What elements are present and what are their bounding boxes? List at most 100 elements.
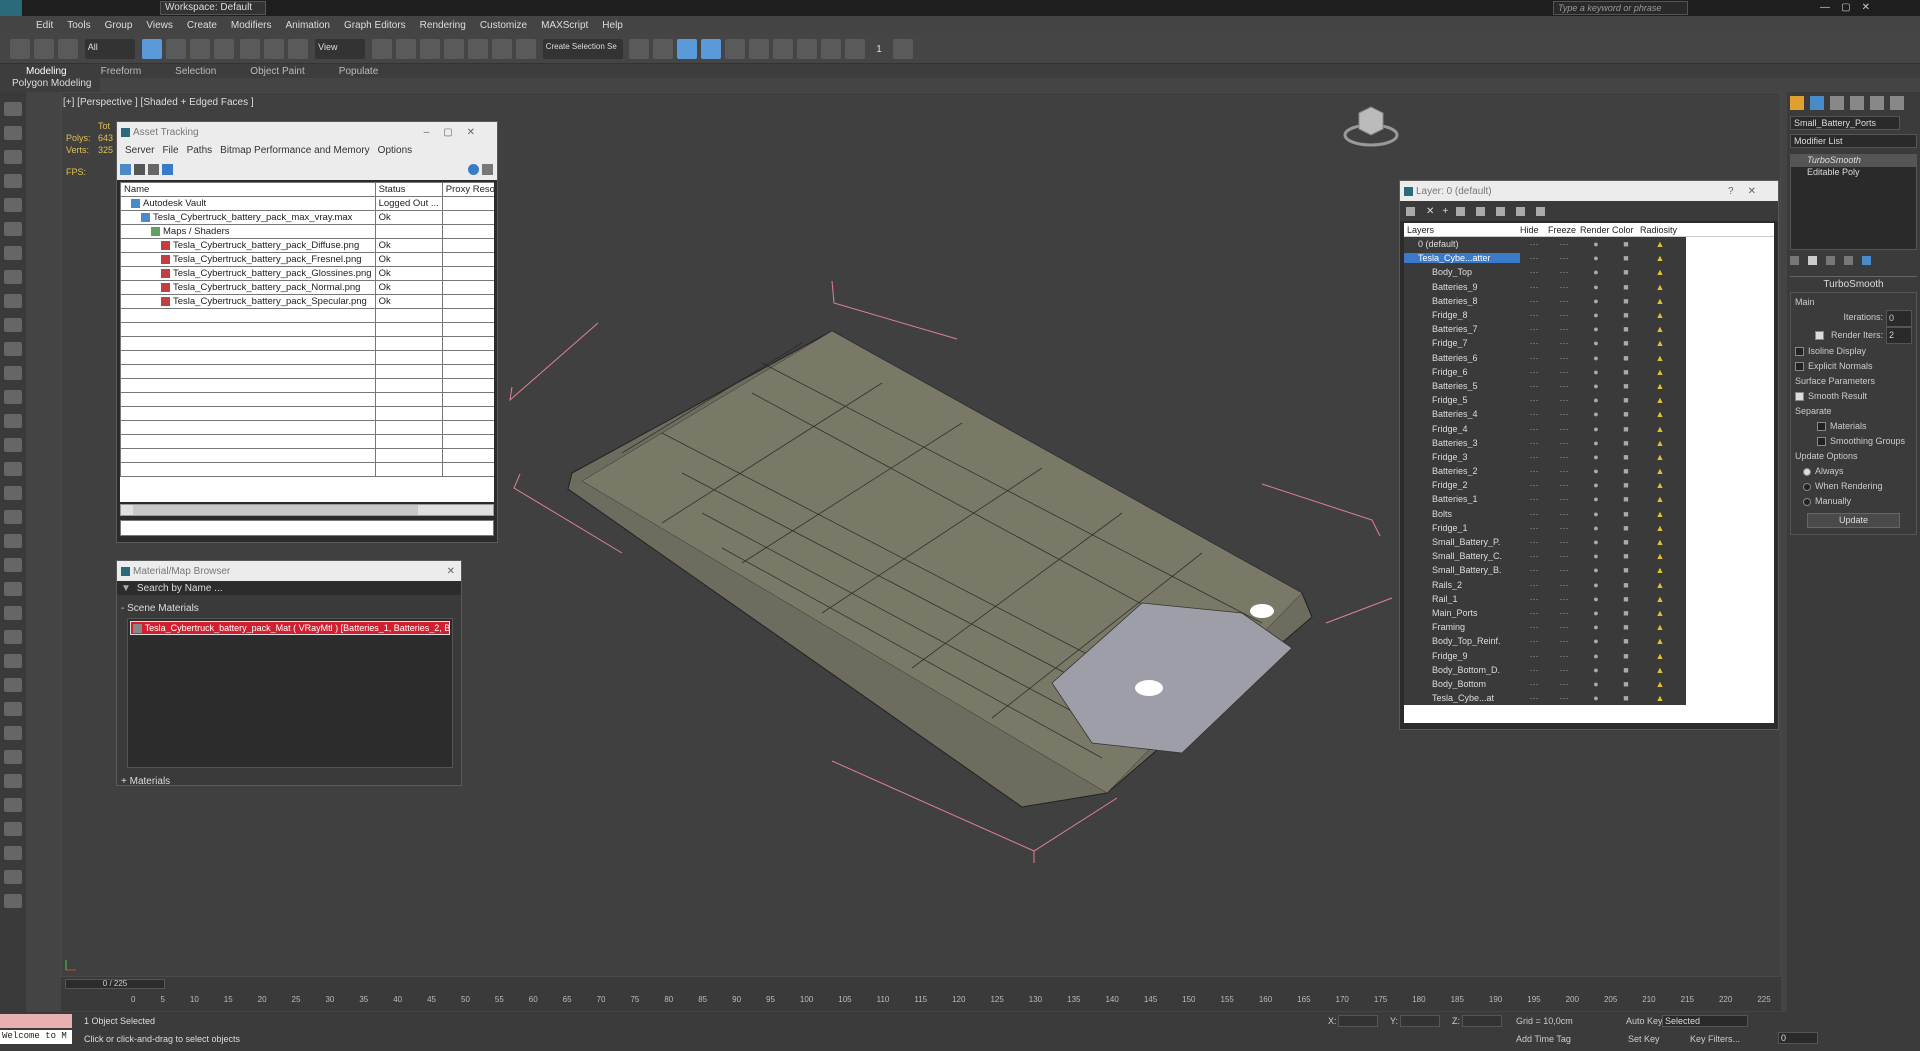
color-toggle-icon[interactable]: ■ [1612, 523, 1640, 533]
left-tool-icon[interactable] [4, 870, 22, 884]
angle-snap-icon[interactable] [443, 39, 464, 59]
col-layers[interactable]: Layers [1404, 225, 1520, 235]
layer-row[interactable]: Small_Battery_P. ··· ··· ● ■ ▲ [1404, 535, 1686, 549]
color-toggle-icon[interactable]: ■ [1612, 622, 1640, 632]
asset-path-field[interactable] [120, 520, 494, 536]
freeze-toggle-icon[interactable]: ··· [1548, 537, 1580, 547]
radiosity-toggle-icon[interactable]: ▲ [1640, 239, 1680, 249]
left-tool-icon[interactable] [4, 270, 22, 284]
add-time-tag[interactable]: Add Time Tag [1516, 1034, 1571, 1044]
layer-name[interactable]: Fridge_8 [1404, 310, 1520, 320]
configure-sets-icon[interactable] [1862, 256, 1871, 265]
hide-toggle-icon[interactable]: ··· [1520, 509, 1548, 519]
layer-row[interactable]: Batteries_1 ··· ··· ● ■ ▲ [1404, 492, 1686, 506]
snap-icon[interactable] [419, 39, 440, 59]
window-controls[interactable]: — ▢ ✕ [1820, 2, 1870, 13]
utilities-tab-icon[interactable] [1890, 96, 1904, 110]
layer-name[interactable]: Fridge_4 [1404, 424, 1520, 434]
auto-key-button[interactable]: Auto Key [1626, 1016, 1663, 1026]
layer-name[interactable]: Batteries_1 [1404, 494, 1520, 504]
freeze-toggle-icon[interactable]: ··· [1548, 636, 1580, 646]
freeze-toggle-icon[interactable]: ··· [1548, 452, 1580, 462]
radiosity-toggle-icon[interactable]: ▲ [1640, 551, 1680, 561]
render-toggle-icon[interactable]: ● [1580, 395, 1612, 405]
motion-tab-icon[interactable] [1850, 96, 1864, 110]
hide-toggle-icon[interactable]: ··· [1520, 381, 1548, 391]
col-radiosity[interactable]: Radiosity [1640, 225, 1680, 235]
freeze-toggle-icon[interactable]: ··· [1548, 267, 1580, 277]
scale-icon[interactable] [288, 39, 309, 59]
window-controls[interactable]: ?✕ [1728, 186, 1770, 197]
layer-name[interactable]: Framing [1404, 622, 1520, 632]
render-toggle-icon[interactable]: ● [1580, 409, 1612, 419]
maxscript-listener[interactable] [0, 1014, 72, 1028]
menu-help[interactable]: Help [602, 20, 623, 31]
layer-row[interactable]: Body_Bottom_D. ··· ··· ● ■ ▲ [1404, 663, 1686, 677]
layer-row[interactable]: Bolts ··· ··· ● ■ ▲ [1404, 507, 1686, 521]
scene-explorer-icon[interactable] [701, 39, 722, 59]
color-toggle-icon[interactable]: ■ [1612, 282, 1640, 292]
radiosity-toggle-icon[interactable]: ▲ [1640, 253, 1680, 263]
list-icon[interactable] [134, 163, 145, 175]
freeze-toggle-icon[interactable]: ··· [1548, 580, 1580, 590]
left-tool-icon[interactable] [4, 822, 22, 836]
render-toggle-icon[interactable]: ● [1580, 608, 1612, 618]
select-manipulate-icon[interactable] [395, 39, 416, 59]
freeze-toggle-icon[interactable]: ··· [1548, 239, 1580, 249]
hide-toggle-icon[interactable]: ··· [1520, 580, 1548, 590]
hide-toggle-icon[interactable]: ··· [1520, 395, 1548, 405]
layer-row[interactable]: Fridge_9 ··· ··· ● ■ ▲ [1404, 648, 1686, 662]
color-toggle-icon[interactable]: ■ [1612, 509, 1640, 519]
color-toggle-icon[interactable]: ■ [1612, 537, 1640, 547]
freeze-toggle-icon[interactable]: ··· [1548, 466, 1580, 476]
radiosity-toggle-icon[interactable]: ▲ [1640, 310, 1680, 320]
radiosity-toggle-icon[interactable]: ▲ [1640, 438, 1680, 448]
ribbon-tab-modeling[interactable]: Modeling [26, 66, 67, 77]
radiosity-toggle-icon[interactable]: ▲ [1640, 494, 1680, 504]
render-setup-icon[interactable] [797, 39, 818, 59]
add-to-layer-icon[interactable] [1456, 206, 1466, 216]
ribbon-tab-selection[interactable]: Selection [175, 66, 216, 77]
color-toggle-icon[interactable]: ■ [1612, 608, 1640, 618]
reference-icon[interactable] [892, 39, 913, 59]
layer-name[interactable]: Body_Top [1404, 267, 1520, 277]
material-editor-icon[interactable] [773, 39, 794, 59]
smooth-result-checkbox[interactable] [1795, 392, 1804, 402]
help-icon[interactable] [468, 163, 479, 175]
render-icon[interactable] [845, 39, 866, 59]
material-browser-titlebar[interactable]: Material/Map Browser ✕ [117, 561, 461, 581]
layer-name[interactable]: Rail_1 [1404, 594, 1520, 604]
freeze-toggle-icon[interactable]: ··· [1548, 509, 1580, 519]
left-tool-icon[interactable] [4, 702, 22, 716]
menu-graph-editors[interactable]: Graph Editors [344, 20, 406, 31]
sort-icon[interactable] [1536, 206, 1546, 216]
percent-snap-icon[interactable] [467, 39, 488, 59]
radiosity-toggle-icon[interactable]: ▲ [1640, 409, 1680, 419]
layer-explorer-icon[interactable] [677, 39, 698, 59]
layer-row[interactable]: Batteries_9 ··· ··· ● ■ ▲ [1404, 280, 1686, 294]
left-tool-icon[interactable] [4, 654, 22, 668]
freeze-toggle-icon[interactable]: ··· [1548, 324, 1580, 334]
time-slider[interactable]: 0 / 225 [65, 979, 165, 989]
render-toggle-icon[interactable]: ● [1580, 310, 1612, 320]
color-toggle-icon[interactable]: ■ [1612, 253, 1640, 263]
freeze-toggle-icon[interactable]: ··· [1548, 438, 1580, 448]
layer-name[interactable]: Tesla_Cybe...at [1404, 693, 1520, 703]
viewport-label[interactable]: [+] [Perspective ] [Shaded + Edged Faces… [63, 97, 254, 108]
layer-name[interactable]: Fridge_5 [1404, 395, 1520, 405]
manually-radio[interactable] [1803, 497, 1811, 506]
freeze-toggle-icon[interactable]: ··· [1548, 679, 1580, 689]
freeze-toggle-icon[interactable]: ··· [1548, 622, 1580, 632]
pivot-icon[interactable] [371, 39, 392, 59]
render-toggle-icon[interactable]: ● [1580, 424, 1612, 434]
render-toggle-icon[interactable]: ● [1580, 494, 1612, 504]
hide-toggle-icon[interactable]: ··· [1520, 565, 1548, 575]
col-freeze[interactable]: Freeze [1548, 225, 1580, 235]
when-rendering-radio[interactable] [1803, 482, 1811, 491]
freeze-toggle-icon[interactable]: ··· [1548, 381, 1580, 391]
update-button[interactable]: Update [1807, 513, 1900, 528]
color-toggle-icon[interactable]: ■ [1612, 466, 1640, 476]
render-toggle-icon[interactable]: ● [1580, 523, 1612, 533]
left-tool-icon[interactable] [4, 630, 22, 644]
hide-toggle-icon[interactable]: ··· [1520, 665, 1548, 675]
